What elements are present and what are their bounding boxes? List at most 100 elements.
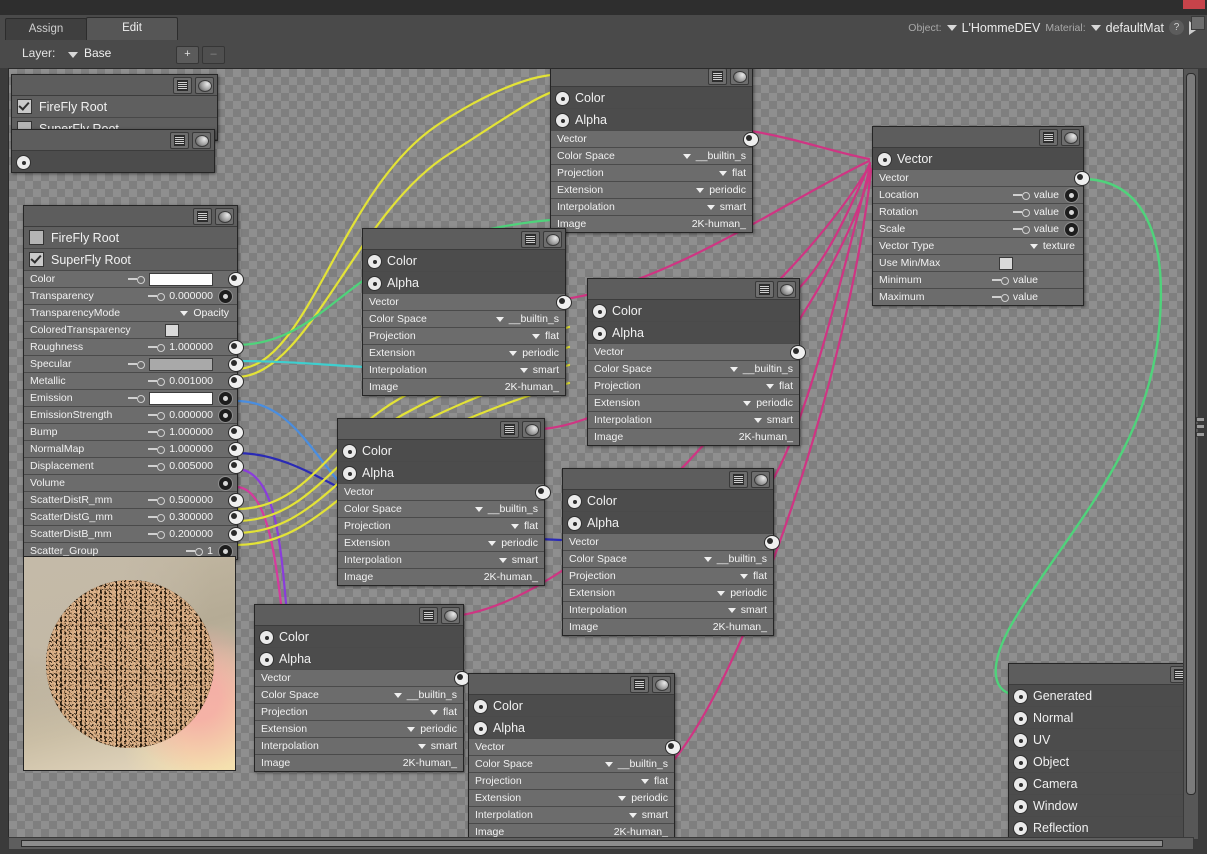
chevron-down-icon[interactable]: [740, 574, 748, 579]
chevron-down-icon[interactable]: [407, 727, 415, 732]
node-property-row[interactable]: Color Space__builtin_s: [563, 551, 773, 568]
node-property-row[interactable]: NormalMap1.000000: [24, 441, 237, 458]
node-property-row[interactable]: Use Min/Max: [873, 255, 1083, 272]
chevron-down-icon[interactable]: [418, 744, 426, 749]
object-chevron-down-icon[interactable]: [947, 25, 957, 31]
node-list-icon[interactable]: [755, 281, 774, 298]
value-socket-icon[interactable]: [1064, 188, 1079, 203]
keyframe-icon[interactable]: [128, 276, 145, 283]
input-socket-icon[interactable]: [592, 326, 607, 341]
value-socket-icon[interactable]: [218, 391, 233, 406]
output-socket-icon[interactable]: [556, 295, 572, 310]
tab-assign[interactable]: Assign: [5, 18, 87, 41]
chevron-down-icon[interactable]: [1030, 244, 1038, 249]
node-property-row[interactable]: Vector: [588, 344, 799, 361]
node-property-row[interactable]: Interpolationsmart: [563, 602, 773, 619]
output-socket-icon[interactable]: [790, 345, 806, 360]
tab-edit[interactable]: Edit: [86, 17, 178, 41]
node-property-row[interactable]: Interpolationsmart: [588, 412, 799, 429]
chevron-down-icon[interactable]: [641, 779, 649, 784]
input-socket-icon[interactable]: [367, 254, 382, 269]
node-property-row[interactable]: Projectionflat: [563, 568, 773, 585]
input-socket-icon[interactable]: [1013, 733, 1028, 748]
value-socket-icon[interactable]: [1064, 222, 1079, 237]
node-list-icon[interactable]: [500, 421, 519, 438]
chevron-down-icon[interactable]: [509, 351, 517, 356]
chevron-down-icon[interactable]: [707, 205, 715, 210]
node-property-row[interactable]: Interpolationsmart: [551, 199, 752, 216]
node-checkbox-row[interactable]: SuperFly Root: [24, 249, 237, 271]
node-list-icon[interactable]: [170, 132, 189, 149]
node-property-row[interactable]: Volume: [24, 475, 237, 492]
output-color[interactable]: Color: [255, 626, 463, 648]
keyframe-icon[interactable]: [992, 277, 1009, 284]
node-property-row[interactable]: Maximumvalue: [873, 289, 1083, 305]
node-imagetexture[interactable]: ColorAlphaVectorColor Space__builtin_sPr…: [550, 68, 753, 233]
keyframe-icon[interactable]: [148, 429, 165, 436]
chevron-down-icon[interactable]: [180, 311, 188, 316]
checkbox[interactable]: [999, 257, 1013, 270]
keyframe-icon[interactable]: [148, 412, 165, 419]
output-color[interactable]: Color: [551, 87, 752, 109]
output-socket-icon[interactable]: [535, 485, 551, 500]
chevron-down-icon[interactable]: [618, 796, 626, 801]
input-socket-icon[interactable]: [473, 699, 488, 714]
node-mapping[interactable]: VectorVectorLocationvalueRotationvalueSc…: [872, 126, 1084, 306]
keyframe-icon[interactable]: [148, 514, 165, 521]
node-property-row[interactable]: Color Space__builtin_s: [469, 756, 674, 773]
node-preview-icon[interactable]: [215, 208, 234, 225]
node-subsurface-skin[interactable]: [11, 129, 215, 173]
close-indicator[interactable]: [1183, 0, 1205, 9]
output-socket-icon[interactable]: [228, 527, 244, 542]
value-socket-icon[interactable]: [218, 476, 233, 491]
chevron-down-icon[interactable]: [704, 557, 712, 562]
node-property-row[interactable]: Scalevalue: [873, 221, 1083, 238]
node-property-row[interactable]: Extensionperiodic: [563, 585, 773, 602]
help-icon[interactable]: ?: [1169, 20, 1184, 35]
chevron-down-icon[interactable]: [743, 401, 751, 406]
input-socket-icon[interactable]: [1013, 689, 1028, 704]
output-socket-icon[interactable]: [228, 374, 244, 389]
keyframe-icon[interactable]: [148, 344, 165, 351]
keyframe-icon[interactable]: [148, 497, 165, 504]
node-property-row[interactable]: Color Space__builtin_s: [255, 687, 463, 704]
panel-menu-icon[interactable]: [1191, 16, 1205, 30]
node-list-icon[interactable]: [729, 471, 748, 488]
checkbox-unchecked[interactable]: [29, 230, 44, 245]
node-preview-icon[interactable]: [192, 132, 211, 149]
node-imagetexture_6[interactable]: ColorAlphaVectorColor Space__builtin_sPr…: [254, 604, 464, 772]
input-socket-icon[interactable]: [1013, 755, 1028, 770]
node-property-row[interactable]: Extensionperiodic: [338, 535, 544, 552]
chevron-down-icon[interactable]: [496, 317, 504, 322]
node-imagetexture_3[interactable]: ColorAlphaVectorColor Space__builtin_sPr…: [587, 278, 800, 446]
chevron-down-icon[interactable]: [499, 558, 507, 563]
node-property-row[interactable]: Projectionflat: [469, 773, 674, 790]
node-property-row[interactable]: Image2K-human_: [551, 216, 752, 232]
input-socket-icon[interactable]: [473, 721, 488, 736]
color-swatch[interactable]: [149, 273, 213, 286]
output-alpha[interactable]: Alpha: [255, 648, 463, 670]
horizontal-scroll-thumb[interactable]: [21, 840, 1163, 847]
output-socket-icon[interactable]: [1074, 171, 1090, 186]
node-property-row[interactable]: Color: [24, 271, 237, 288]
chevron-down-icon[interactable]: [520, 368, 528, 373]
node-list-icon[interactable]: [630, 676, 649, 693]
node-preview-icon[interactable]: [543, 231, 562, 248]
object-value[interactable]: L'HommeDEV: [962, 21, 1041, 35]
keyframe-icon[interactable]: [1013, 226, 1030, 233]
chevron-down-icon[interactable]: [511, 524, 519, 529]
node-list-icon[interactable]: [521, 231, 540, 248]
output-alpha[interactable]: Alpha: [338, 462, 544, 484]
node-property-row[interactable]: Rotationvalue: [873, 204, 1083, 221]
keyframe-icon[interactable]: [148, 531, 165, 538]
node-list-icon[interactable]: [708, 68, 727, 85]
keyframe-icon[interactable]: [148, 446, 165, 453]
chevron-down-icon[interactable]: [605, 762, 613, 767]
output-color[interactable]: Color: [588, 300, 799, 322]
output-socket-icon[interactable]: [743, 132, 759, 147]
input-socket-icon[interactable]: [555, 113, 570, 128]
output-socket-icon[interactable]: [665, 740, 681, 755]
input-socket-icon[interactable]: [16, 155, 31, 170]
input-socket-icon[interactable]: [342, 466, 357, 481]
output-alpha[interactable]: Alpha: [363, 272, 565, 294]
